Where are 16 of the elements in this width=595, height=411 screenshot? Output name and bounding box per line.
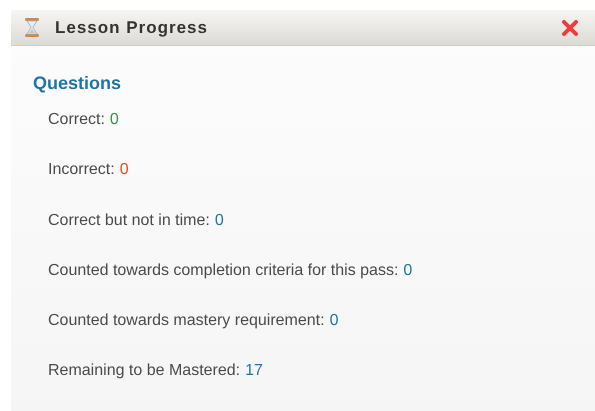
stat-label: Remaining to be Mastered: bbox=[48, 362, 240, 382]
close-icon[interactable] bbox=[561, 18, 579, 36]
stat-value: 0 bbox=[214, 212, 224, 231]
stat-label: Counted towards completion criteria for this pass: bbox=[48, 262, 398, 281]
stat-value: 0 bbox=[110, 111, 119, 130]
section-heading: Questions bbox=[33, 73, 122, 94]
stat-label: Correct but not in time: bbox=[48, 212, 210, 231]
stat-label: Correct: bbox=[48, 111, 105, 130]
stat-value: 0 bbox=[330, 312, 338, 332]
stat-value: 17 bbox=[245, 362, 263, 382]
hourglass-icon bbox=[25, 18, 39, 37]
stat-value: 0 bbox=[403, 262, 412, 281]
window-title: Lesson Progress bbox=[55, 18, 209, 38]
stat-value: 0 bbox=[120, 161, 129, 180]
stat-label: Counted towards mastery requirement: bbox=[48, 312, 325, 332]
stat-label: Incorrect: bbox=[48, 161, 115, 180]
